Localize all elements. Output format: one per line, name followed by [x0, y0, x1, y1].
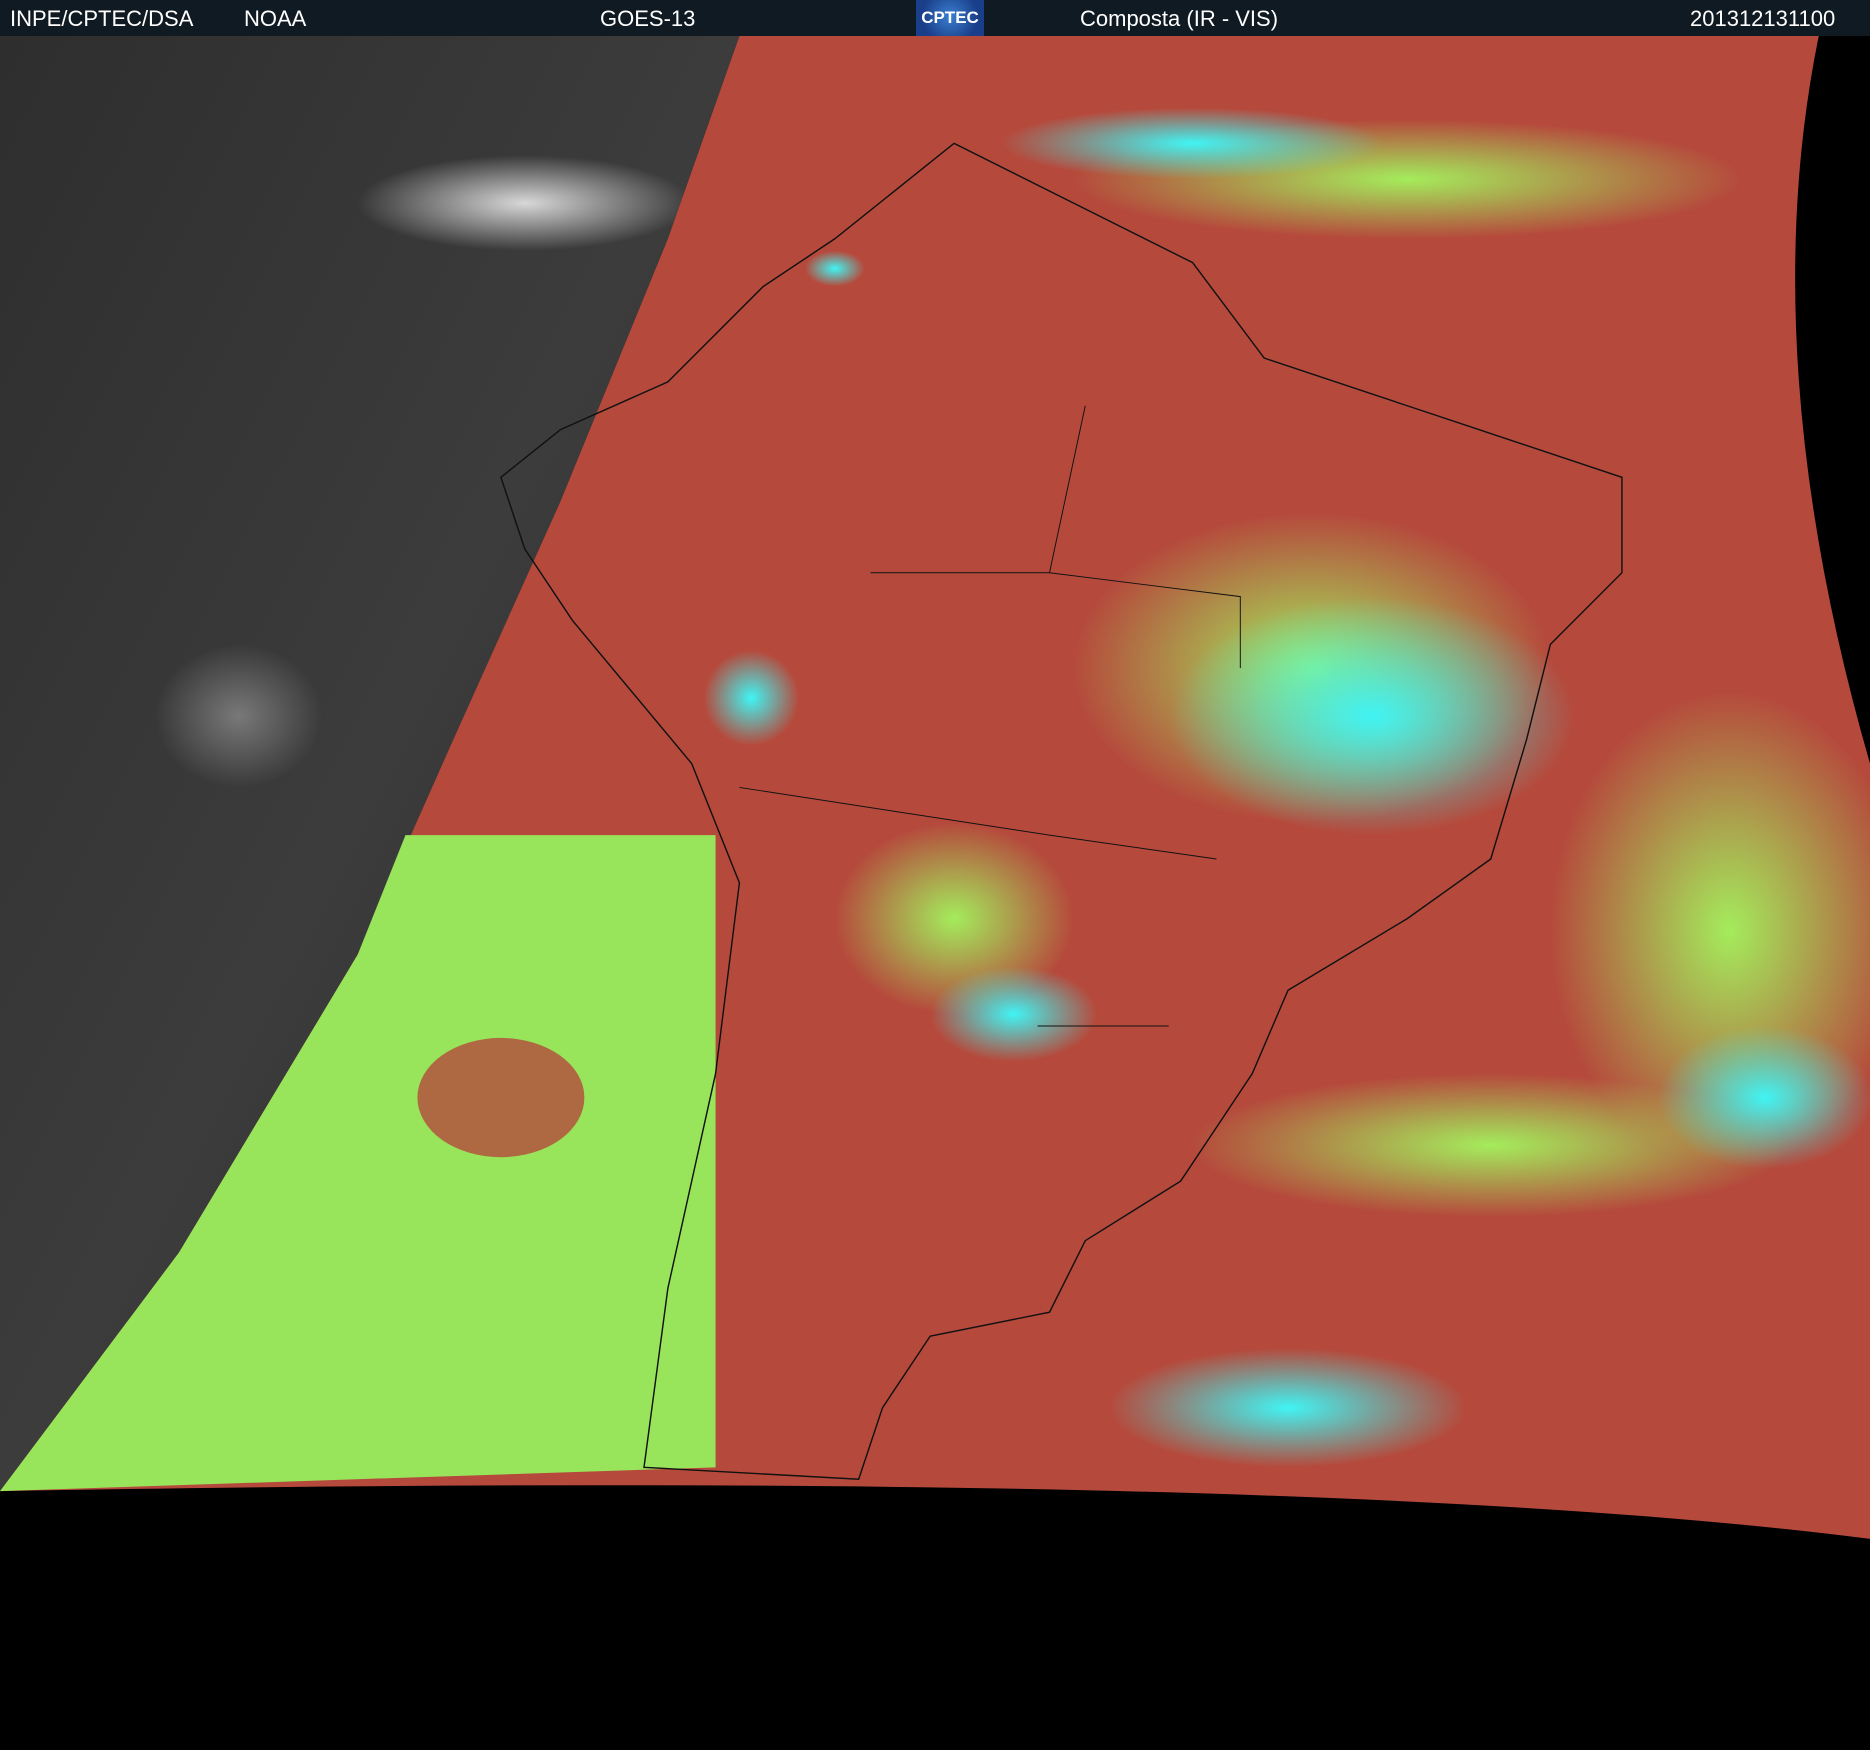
product-label: Composta (IR - VIS): [1080, 6, 1279, 31]
header-bar: INPE/CPTEC/DSA NOAA GOES-13 CPTEC Compos…: [0, 0, 1870, 36]
satellite-image: [0, 36, 1870, 1750]
agency-label: INPE/CPTEC/DSA: [10, 6, 194, 31]
source-label: NOAA: [244, 6, 307, 31]
cptec-logo: CPTEC: [916, 0, 984, 36]
satellite-label: GOES-13: [600, 6, 696, 31]
timestamp-label: 201312131100: [1690, 6, 1836, 31]
